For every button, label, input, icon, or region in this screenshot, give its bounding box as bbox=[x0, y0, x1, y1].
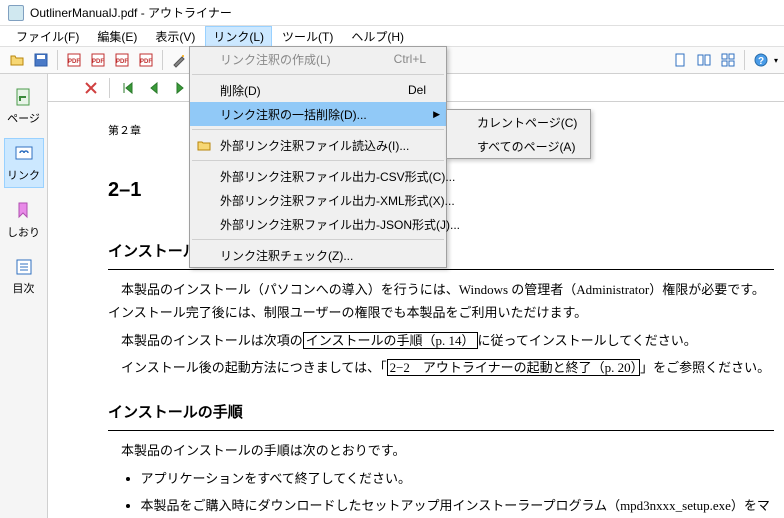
submenu-all-pages[interactable]: すべてのページ(A) bbox=[447, 134, 590, 158]
wand-button[interactable] bbox=[168, 49, 190, 71]
svg-text:PDF: PDF bbox=[68, 59, 80, 65]
menu-item-create-link: リンク注釈の作成(L) Ctrl+L bbox=[190, 47, 446, 71]
menu-help[interactable]: ヘルプ(H) bbox=[343, 26, 412, 47]
menubar: ファイル(F) 編集(E) 表示(V) リンク(L) ツール(T) ヘルプ(H) bbox=[0, 26, 784, 46]
page-icon bbox=[13, 86, 35, 108]
layout-grid-button[interactable] bbox=[717, 49, 739, 71]
window-title: OutlinerManualJ.pdf - アウトライナー bbox=[30, 4, 232, 21]
paragraph-3: インストール後の起動方法につきましては、「2−2 アウトライナーの起動と終了（p… bbox=[108, 356, 774, 379]
layout-double-button[interactable] bbox=[693, 49, 715, 71]
paragraph-2: 本製品のインストールは次項のインストールの手順（p. 14）に従ってインストール… bbox=[108, 329, 774, 352]
sidebar: ページ リンク しおり 目次 bbox=[0, 74, 48, 518]
svg-text:PDF: PDF bbox=[116, 59, 128, 65]
bookmark-icon bbox=[13, 200, 35, 222]
pdf-button-3[interactable]: PDF bbox=[111, 49, 133, 71]
sidebar-item-page[interactable]: ページ bbox=[4, 82, 44, 130]
menu-tool[interactable]: ツール(T) bbox=[274, 26, 341, 47]
sidebar-item-toc[interactable]: 目次 bbox=[4, 252, 44, 300]
batch-delete-submenu: カレントページ(C) すべてのページ(A) bbox=[446, 109, 591, 159]
paragraph-1: 本製品のインストール（パソコンへの導入）を行うには、Windows の管理者（A… bbox=[108, 278, 774, 325]
svg-text:PDF: PDF bbox=[140, 59, 152, 65]
doc-link-startup[interactable]: 2−2 アウトライナーの起動と終了（p. 20） bbox=[387, 359, 641, 376]
sidebar-item-bookmark[interactable]: しおり bbox=[4, 196, 44, 244]
list-item: アプリケーションをすべて終了してください。 bbox=[141, 467, 775, 490]
nav-next-button[interactable] bbox=[169, 77, 191, 99]
menu-item-export-json[interactable]: 外部リンク注釈ファイル出力-JSON形式(J)... bbox=[190, 212, 446, 236]
folder-icon bbox=[196, 137, 212, 153]
toc-icon bbox=[13, 256, 35, 278]
save-button[interactable] bbox=[30, 49, 52, 71]
menu-item-export-csv[interactable]: 外部リンク注釈ファイル出力-CSV形式(C)... bbox=[190, 164, 446, 188]
link-dropdown-menu: リンク注釈の作成(L) Ctrl+L 削除(D) Del リンク注釈の一括削除(… bbox=[189, 46, 447, 268]
menu-link[interactable]: リンク(L) bbox=[205, 26, 272, 47]
heading-procedure: インストールの手順 bbox=[108, 399, 774, 431]
sidebar-item-link[interactable]: リンク bbox=[4, 138, 44, 188]
pdf-button-1[interactable]: PDF bbox=[63, 49, 85, 71]
link-icon bbox=[13, 143, 35, 165]
menu-view[interactable]: 表示(V) bbox=[147, 26, 203, 47]
delete-red-button[interactable] bbox=[80, 77, 102, 99]
pdf-button-4[interactable]: PDF bbox=[135, 49, 157, 71]
menu-file[interactable]: ファイル(F) bbox=[8, 26, 87, 47]
procedure-list: アプリケーションをすべて終了してください。 本製品をご購入時にダウンロードしたセ… bbox=[141, 467, 775, 518]
menu-item-batch-delete[interactable]: リンク注釈の一括削除(D)... ▶ bbox=[190, 102, 446, 126]
nav-first-button[interactable] bbox=[117, 77, 139, 99]
open-button[interactable] bbox=[6, 49, 28, 71]
nav-prev-button[interactable] bbox=[143, 77, 165, 99]
menu-edit[interactable]: 編集(E) bbox=[89, 26, 145, 47]
submenu-arrow-icon: ▶ bbox=[433, 109, 440, 120]
menu-item-export-xml[interactable]: 外部リンク注釈ファイル出力-XML形式(X)... bbox=[190, 188, 446, 212]
layout-single-button[interactable] bbox=[669, 49, 691, 71]
submenu-current-page[interactable]: カレントページ(C) bbox=[447, 110, 590, 134]
menu-item-check-links[interactable]: リンク注釈チェック(Z)... bbox=[190, 243, 446, 267]
doc-link-install[interactable]: インストールの手順（p. 14） bbox=[303, 332, 478, 349]
help-button[interactable]: ? bbox=[750, 49, 772, 71]
dropdown-arrow-icon[interactable]: ▾ bbox=[774, 56, 778, 65]
paragraph-4: 本製品のインストールの手順は次のとおりです。 bbox=[108, 439, 774, 462]
list-item: 本製品をご購入時にダウンロードしたセットアップ用インストーラープログラム（mpd… bbox=[141, 494, 775, 518]
pdf-button-2[interactable]: PDF bbox=[87, 49, 109, 71]
app-icon bbox=[8, 5, 24, 21]
svg-text:PDF: PDF bbox=[92, 59, 104, 65]
menu-item-import[interactable]: 外部リンク注釈ファイル読込み(I)... bbox=[190, 133, 446, 157]
titlebar: OutlinerManualJ.pdf - アウトライナー bbox=[0, 0, 784, 26]
svg-text:?: ? bbox=[758, 56, 764, 67]
menu-item-delete[interactable]: 削除(D) Del bbox=[190, 78, 446, 102]
